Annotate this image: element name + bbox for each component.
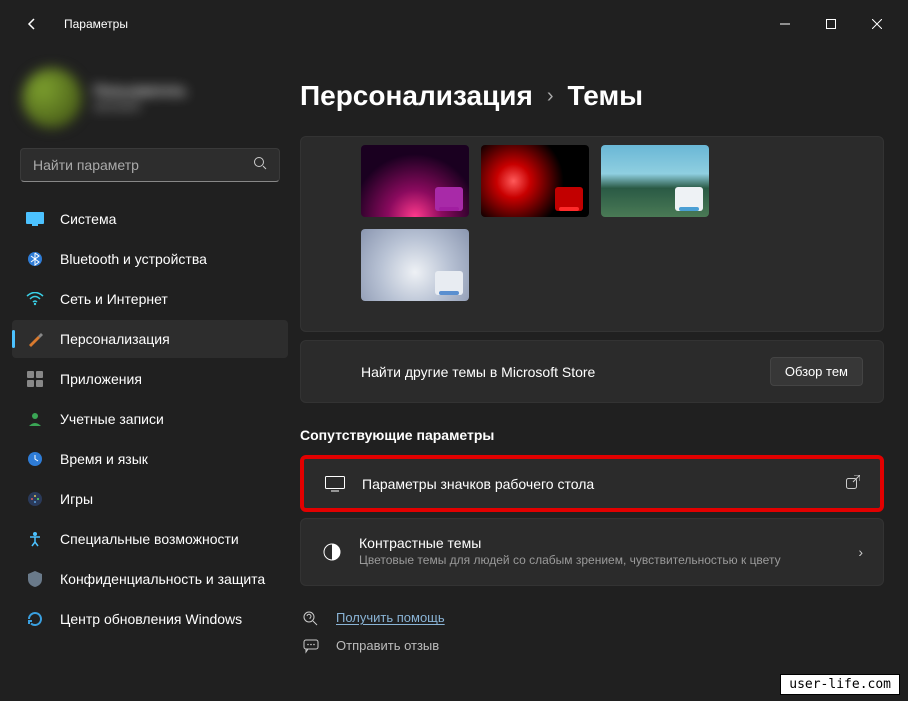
contrast-themes-row[interactable]: Контрастные темы Цветовые темы для людей… bbox=[300, 518, 884, 586]
games-icon bbox=[26, 490, 44, 508]
search-input[interactable] bbox=[20, 148, 280, 182]
sidebar-item-label: Специальные возможности bbox=[60, 531, 239, 547]
sidebar-item-label: Персонализация bbox=[60, 331, 170, 347]
search-field[interactable] bbox=[33, 157, 253, 173]
breadcrumb: Персонализация › Темы bbox=[300, 48, 884, 136]
store-row: Найти другие темы в Microsoft Store Обзо… bbox=[300, 340, 884, 403]
apps-icon bbox=[26, 370, 44, 388]
open-external-icon bbox=[846, 475, 860, 492]
footer-link-label: Получить помощь bbox=[336, 610, 445, 625]
chevron-right-icon: › bbox=[547, 85, 554, 108]
titlebar: Параметры bbox=[0, 0, 908, 48]
system-icon bbox=[26, 210, 44, 228]
contrast-icon bbox=[321, 542, 343, 562]
setting-title: Параметры значков рабочего стола bbox=[362, 476, 830, 492]
sidebar-item-label: Сеть и Интернет bbox=[60, 291, 168, 307]
desktop-icon-settings-row[interactable]: Параметры значков рабочего стола bbox=[300, 455, 884, 512]
setting-subtitle: Цветовые темы для людей со слабым зрение… bbox=[359, 553, 842, 569]
brush-icon bbox=[26, 330, 44, 348]
maximize-button[interactable] bbox=[808, 8, 854, 40]
theme-thumbnail[interactable] bbox=[481, 145, 589, 217]
sidebar-item-update[interactable]: Центр обновления Windows bbox=[12, 600, 288, 638]
store-text: Найти другие темы в Microsoft Store bbox=[361, 364, 595, 380]
chevron-right-icon: › bbox=[858, 544, 863, 560]
nav-list: Система Bluetooth и устройства Сеть и Ин… bbox=[12, 200, 288, 638]
sidebar-item-network[interactable]: Сеть и Интернет bbox=[12, 280, 288, 318]
account-block[interactable]: Пользователь account bbox=[12, 48, 288, 148]
account-name: Пользователь bbox=[94, 83, 186, 98]
sidebar: Пользователь account Система bbox=[0, 48, 300, 701]
section-header-related: Сопутствующие параметры bbox=[300, 427, 884, 443]
themes-card bbox=[300, 136, 884, 332]
breadcrumb-current: Темы bbox=[568, 80, 644, 112]
setting-title: Контрастные темы bbox=[359, 535, 842, 551]
accessibility-icon bbox=[26, 530, 44, 548]
sidebar-item-label: Игры bbox=[60, 491, 93, 507]
feedback-icon bbox=[300, 638, 322, 654]
sidebar-item-label: Время и язык bbox=[60, 451, 148, 467]
user-icon bbox=[26, 410, 44, 428]
theme-thumbnail[interactable] bbox=[601, 145, 709, 217]
main-content: Персонализация › Темы Найти другие темы … bbox=[300, 48, 908, 701]
sidebar-item-personalization[interactable]: Персонализация bbox=[12, 320, 288, 358]
search-icon bbox=[253, 156, 267, 175]
breadcrumb-root[interactable]: Персонализация bbox=[300, 80, 533, 112]
sidebar-item-label: Учетные записи bbox=[60, 411, 164, 427]
footer-link-label: Отправить отзыв bbox=[336, 638, 439, 653]
sidebar-item-label: Приложения bbox=[60, 371, 142, 387]
sidebar-item-label: Центр обновления Windows bbox=[60, 611, 242, 627]
browse-themes-button[interactable]: Обзор тем bbox=[770, 357, 863, 386]
sidebar-item-accessibility[interactable]: Специальные возможности bbox=[12, 520, 288, 558]
account-email: account bbox=[94, 98, 186, 113]
theme-thumbnail[interactable] bbox=[361, 229, 469, 301]
sidebar-item-system[interactable]: Система bbox=[12, 200, 288, 238]
sidebar-item-label: Конфиденциальность и защита bbox=[60, 571, 265, 587]
sidebar-item-games[interactable]: Игры bbox=[12, 480, 288, 518]
update-icon bbox=[26, 610, 44, 628]
bluetooth-icon bbox=[26, 250, 44, 268]
sidebar-item-label: Bluetooth и устройства bbox=[60, 251, 207, 267]
theme-thumbnail[interactable] bbox=[361, 145, 469, 217]
sidebar-item-label: Система bbox=[60, 211, 116, 227]
avatar bbox=[22, 68, 82, 128]
minimize-button[interactable] bbox=[762, 8, 808, 40]
wifi-icon bbox=[26, 290, 44, 308]
sidebar-item-time[interactable]: Время и язык bbox=[12, 440, 288, 478]
clock-icon bbox=[26, 450, 44, 468]
sidebar-item-accounts[interactable]: Учетные записи bbox=[12, 400, 288, 438]
sidebar-item-bluetooth[interactable]: Bluetooth и устройства bbox=[12, 240, 288, 278]
close-button[interactable] bbox=[854, 8, 900, 40]
help-icon bbox=[300, 610, 322, 626]
sidebar-item-apps[interactable]: Приложения bbox=[12, 360, 288, 398]
back-button[interactable] bbox=[16, 8, 48, 40]
display-icon bbox=[324, 476, 346, 492]
app-title: Параметры bbox=[64, 17, 128, 31]
get-help-link[interactable]: Получить помощь bbox=[300, 604, 884, 632]
send-feedback-link[interactable]: Отправить отзыв bbox=[300, 632, 884, 660]
shield-icon bbox=[26, 570, 44, 588]
watermark: user-life.com bbox=[780, 674, 900, 695]
sidebar-item-privacy[interactable]: Конфиденциальность и защита bbox=[12, 560, 288, 598]
